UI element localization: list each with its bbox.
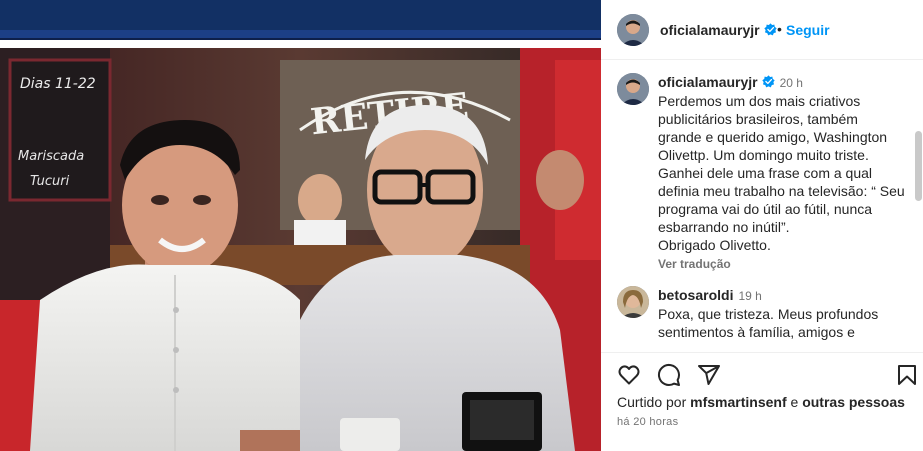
share-icon[interactable] (697, 363, 721, 387)
heart-icon[interactable] (617, 363, 641, 387)
verified-badge-icon (763, 23, 777, 36)
likes-summary[interactable]: Curtido por mfsmartinsenf e outras pesso… (617, 394, 905, 410)
see-translation-link[interactable]: Ver tradução (658, 257, 913, 271)
comment-text: Poxa, que tristeza. Meus profundos senti… (658, 306, 879, 340)
comment-time[interactable]: 19 h (738, 289, 761, 303)
action-bar (601, 352, 923, 394)
verified-badge-icon (761, 75, 775, 88)
commenter-avatar[interactable] (617, 286, 649, 318)
commenter-username[interactable]: betosaroldi (658, 287, 733, 303)
scrollbar-thumb[interactable] (915, 131, 922, 201)
post-header: oficialamauryjr • Seguir (601, 0, 923, 60)
caption-time[interactable]: 20 h (780, 76, 803, 90)
author-avatar[interactable] (617, 14, 649, 46)
other-likers-link[interactable]: outras pessoas (802, 394, 905, 410)
comment-icon[interactable] (657, 363, 681, 387)
svg-text:Mariscada: Mariscada (18, 149, 84, 164)
posted-time[interactable]: há 20 horas (617, 416, 678, 428)
save-icon[interactable] (895, 363, 919, 387)
caption-avatar[interactable] (617, 73, 649, 105)
caption-text: Perdemos um dos mais criativos publicitá… (658, 93, 905, 253)
author-username[interactable]: oficialamauryjr (660, 22, 777, 38)
likes-connector: e (790, 394, 799, 410)
photo-illustration: Dias 11-22 Mariscada Tucuri RETIRE (0, 0, 601, 451)
follow-button[interactable]: Seguir (786, 22, 830, 38)
comments-list[interactable]: oficialamauryjr 20 h Perdemos um dos mais… (601, 61, 923, 346)
svg-text:Dias 11-22: Dias 11-22 (20, 76, 96, 92)
svg-text:Tucuri: Tucuri (30, 174, 70, 189)
separator-dot: • (777, 21, 782, 37)
post-side-panel: oficialamauryjr • Seguir oficialamauryjr… (601, 0, 923, 451)
likes-prefix: Curtido por (617, 394, 687, 410)
caption-username[interactable]: oficialamauryjr (658, 74, 775, 90)
liker-username[interactable]: mfsmartinsenf (690, 394, 786, 410)
post-photo[interactable]: Dias 11-22 Mariscada Tucuri RETIRE (0, 0, 601, 451)
